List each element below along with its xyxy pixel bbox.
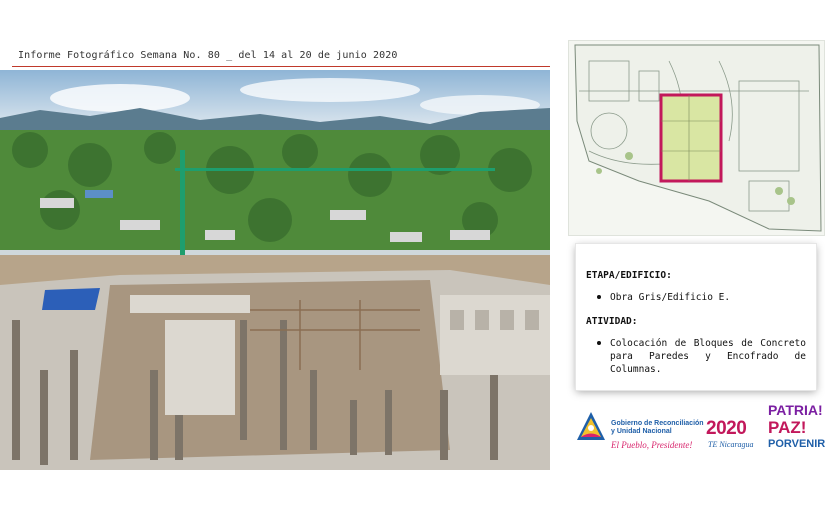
activity-label: ATIVIDAD:: [586, 316, 638, 327]
patria-paz-porvenir-logo: PATRIA! PAZ! PORVENIR!: [768, 402, 825, 458]
government-emblem-icon: [577, 412, 605, 440]
activity-list: Colocación de Bloques de Concreto para P…: [586, 337, 806, 376]
logo-2020-tagline: TE Nicaragua: [708, 440, 754, 449]
blue-tarp: [42, 288, 100, 310]
construction-site-photo: [0, 70, 550, 470]
government-name-line2: y Unidad Nacional: [611, 428, 672, 435]
paz-line: PAZ!: [768, 418, 807, 437]
stage-label: ETAPA/EDIFICIO:: [586, 270, 672, 281]
site-plan-drawing: [574, 44, 822, 232]
government-slogan: El Pueblo, Presidente!: [611, 440, 693, 450]
header-divider: [12, 66, 550, 67]
highlighted-building-e: [659, 93, 723, 183]
cloud: [240, 78, 420, 102]
activity-item: Colocación de Bloques de Concreto para P…: [586, 337, 806, 376]
stage-item: Obra Gris/Edificio E.: [586, 291, 806, 304]
logo-2020: 2020 TE Nicaragua: [706, 418, 764, 452]
photo-illustration: [0, 70, 550, 470]
porvenir-line: PORVENIR!: [768, 438, 825, 450]
logo-2020-year: 2020: [706, 418, 747, 439]
report-title: Informe Fotográfico Semana No. 80 _ del …: [18, 50, 398, 61]
crane-jib: [175, 168, 495, 171]
patria-line: PATRIA!: [768, 402, 823, 418]
site-map: [568, 40, 825, 236]
activity-info-card: ETAPA/EDIFICIO: Obra Gris/Edificio E. AT…: [576, 244, 816, 390]
government-logo: Gobierno de Reconciliación y Unidad Naci…: [575, 408, 704, 454]
government-name-line1: Gobierno de Reconciliación: [611, 420, 704, 427]
cloud: [50, 84, 190, 112]
stage-list: Obra Gris/Edificio E.: [586, 291, 806, 304]
